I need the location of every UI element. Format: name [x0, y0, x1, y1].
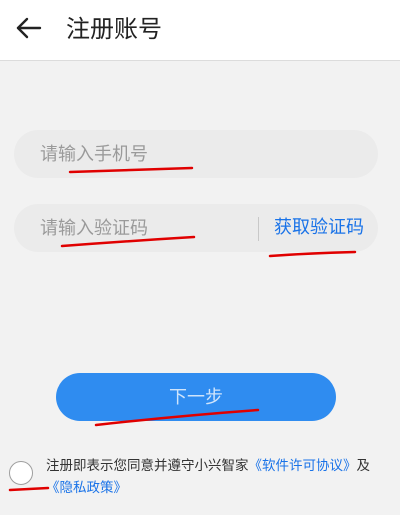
- back-button[interactable]: [10, 10, 46, 46]
- agreement-and: 及: [356, 458, 371, 474]
- annotation-underline-radio: [8, 486, 50, 492]
- phone-field: [14, 130, 378, 178]
- arrow-left-icon: [16, 17, 42, 39]
- next-step-button[interactable]: 下一步: [56, 373, 336, 421]
- get-code-button[interactable]: 获取验证码: [274, 204, 364, 252]
- agreement-text: 注册即表示您同意并遵守小兴智家《软件许可协议》及《隐私政策》: [46, 455, 394, 499]
- privacy-policy-link[interactable]: 《隐私政策》: [46, 480, 127, 496]
- header-bar: 注册账号: [0, 0, 400, 61]
- red-underline-annotations: [8, 166, 357, 492]
- annotation-underline-get-code: [268, 250, 357, 258]
- page-title: 注册账号: [66, 15, 162, 43]
- verification-code-field: 获取验证码: [14, 204, 378, 252]
- agreement-prefix: 注册即表示您同意并遵守小兴智家: [46, 458, 249, 474]
- phone-input[interactable]: [40, 130, 360, 178]
- agreement-radio[interactable]: [9, 461, 33, 485]
- verification-code-input[interactable]: [40, 204, 240, 252]
- license-agreement-link[interactable]: 《软件许可协议》: [249, 458, 357, 474]
- field-divider: [258, 217, 259, 241]
